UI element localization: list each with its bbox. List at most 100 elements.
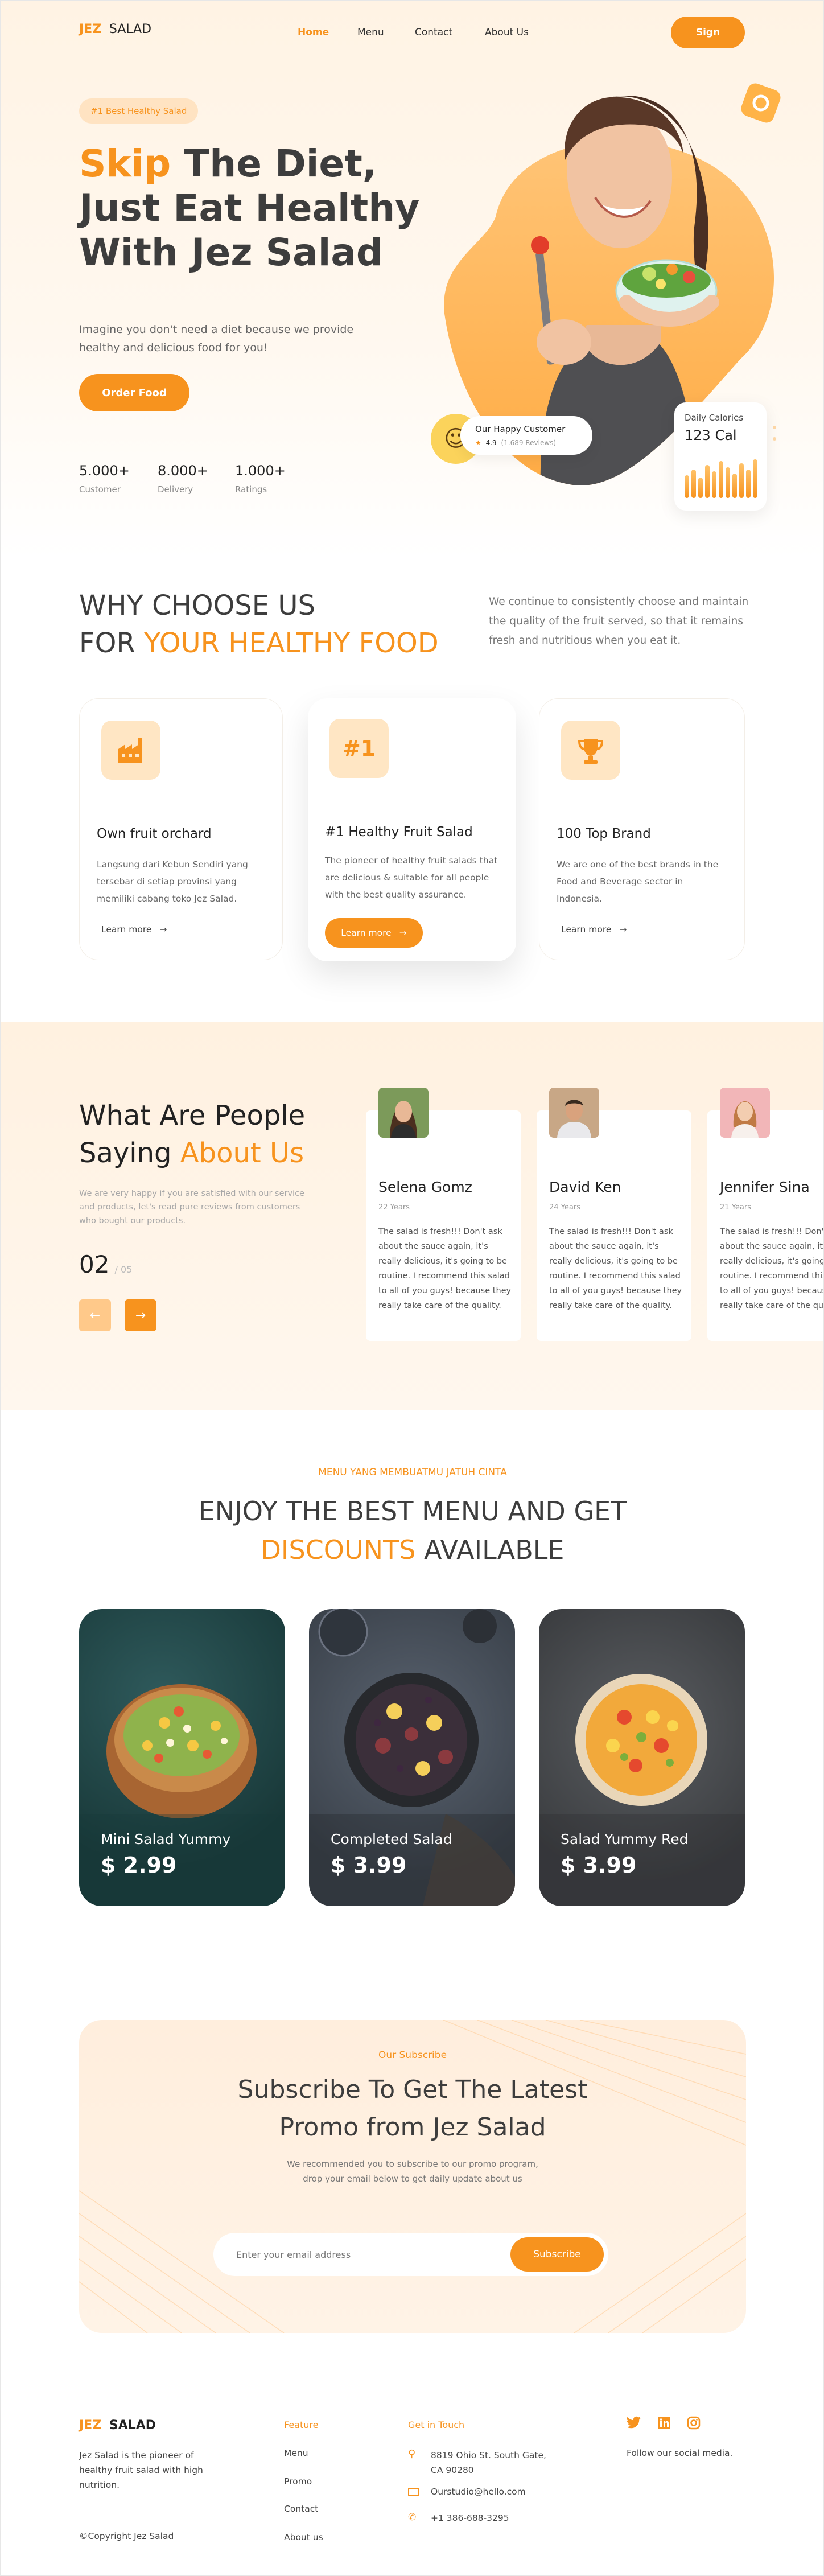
footer-link-promo[interactable]: Promo xyxy=(284,2476,312,2487)
menu-card-red-salad[interactable]: Salad Yummy Red $ 3.99 xyxy=(539,1609,745,1906)
footer-brand-text: SALAD xyxy=(109,2418,156,2433)
footer-link-contact[interactable]: Contact xyxy=(284,2504,318,2514)
arrow-right-icon: → xyxy=(619,924,627,935)
calorie-bar xyxy=(726,467,730,498)
calorie-bar xyxy=(691,469,696,498)
dish-name: Completed Salad xyxy=(331,1831,452,1847)
sign-button[interactable]: Sign xyxy=(671,17,745,48)
feature-text: The pioneer of healthy fruit salads that… xyxy=(325,855,498,900)
dish-price: $ 3.99 xyxy=(561,1853,637,1878)
stat-label: Delivery xyxy=(158,484,193,495)
calorie-bar xyxy=(698,478,703,498)
testimonial-card: Jennifer Sina 21 Years The salad is fres… xyxy=(707,1088,824,1341)
menu-title-accent: DISCOUNTS xyxy=(261,1534,416,1565)
footer-link-about[interactable]: About us xyxy=(284,2532,323,2542)
next-arrow-button[interactable]: → xyxy=(125,1299,156,1331)
trophy-icon xyxy=(561,721,620,780)
menu-card-completed-salad[interactable]: Completed Salad $ 3.99 xyxy=(309,1609,515,1906)
menu-title-line1: ENJOY THE BEST MENU AND GET xyxy=(198,1496,627,1526)
nav-home[interactable]: Home xyxy=(298,27,329,38)
calorie-bar xyxy=(732,473,737,498)
testimonial-text: The salad is fresh!!! Don't ask about th… xyxy=(378,1227,512,1310)
email-input[interactable] xyxy=(236,2243,498,2266)
subscribe-button[interactable]: Subscribe xyxy=(510,2237,604,2272)
dish-name: Mini Salad Yummy xyxy=(101,1831,231,1847)
star-icon: ★ xyxy=(475,439,481,447)
footer-address-line2: CA 90280 xyxy=(431,2465,474,2475)
footer-brand-logo[interactable]: JEZ SALAD xyxy=(79,2418,156,2433)
calorie-bar xyxy=(753,459,757,498)
dish-price: $ 2.99 xyxy=(101,1853,177,1878)
twitter-icon[interactable] xyxy=(627,2416,641,2429)
stat-delivery: 8.000+ Delivery xyxy=(158,463,208,495)
stat-value: 1.000+ xyxy=(235,463,286,479)
calories-title: Daily Calories xyxy=(685,413,744,423)
testimonial-age: 21 Years xyxy=(720,1203,751,1212)
arrow-right-icon: → xyxy=(159,924,167,935)
testimonials-description: We are very happy if you are satisfied w… xyxy=(79,1189,304,1225)
menu-card-mini-salad[interactable]: Mini Salad Yummy $ 2.99 xyxy=(79,1609,285,1906)
feature-card-healthy: #1 #1 Healthy Fruit Salad The pioneer of… xyxy=(308,698,516,961)
arrow-right-icon: → xyxy=(399,928,407,938)
instagram-icon[interactable] xyxy=(687,2416,701,2430)
footer-about: Jez Salad is the pioneer of healthy frui… xyxy=(79,2450,203,2490)
subscribe-eyebrow: Our Subscribe xyxy=(378,2050,447,2061)
linkedin-icon[interactable] xyxy=(657,2416,671,2430)
subscribe-description: We recommended you to subscribe to our p… xyxy=(79,2157,746,2186)
prev-arrow-button[interactable]: ← xyxy=(79,1299,111,1331)
footer-phone[interactable]: +1 386-688-3295 xyxy=(431,2513,509,2523)
hero-title: Skip The Diet, Just Eat Healthy With Jez… xyxy=(79,142,419,275)
subscribe-form: Subscribe xyxy=(213,2233,608,2276)
testimonial-card: David Ken 24 Years The salad is fresh!!!… xyxy=(537,1088,691,1341)
stat-value: 5.000+ xyxy=(79,463,130,479)
subscribe-section: Our Subscribe Subscribe To Get The Lates… xyxy=(79,2020,746,2333)
feature-text: Langsung dari Kebun Sendiri yang terseba… xyxy=(97,859,248,904)
footer-address: 8819 Ohio St. South Gate, CA 90280 xyxy=(431,2448,546,2478)
rank-one-icon: #1 xyxy=(329,719,389,778)
feature-card-brand: 100 Top Brand We are one of the best bra… xyxy=(539,698,745,960)
page: JEZ SALAD Home Menu Contact About Us Sig… xyxy=(0,0,824,2576)
calorie-bar xyxy=(746,469,751,498)
factory-icon xyxy=(101,721,160,780)
calorie-bar xyxy=(685,475,689,498)
footer-copyright: ©Copyright Jez Salad xyxy=(79,2531,174,2541)
nav-contact[interactable]: Contact xyxy=(415,27,452,38)
testimonial-age: 22 Years xyxy=(378,1203,410,1212)
footer-social-text: Follow our social media. xyxy=(627,2448,733,2458)
order-food-button[interactable]: Order Food xyxy=(79,374,189,411)
learn-more-label: Learn more xyxy=(101,924,152,935)
testimonial-age: 24 Years xyxy=(549,1203,580,1212)
calories-bars xyxy=(685,457,759,498)
menu-eyebrow: MENU YANG MEMBUATMU JATUH CINTA xyxy=(318,1467,507,1478)
why-title-prefix: FOR xyxy=(79,627,144,659)
calorie-bar xyxy=(705,465,710,498)
footer-link-menu[interactable]: Menu xyxy=(284,2448,308,2458)
learn-more-link[interactable]: Learn more → xyxy=(561,924,627,935)
feature-title: 100 Top Brand xyxy=(557,826,651,841)
subscribe-description-line1: We recommended you to subscribe to our p… xyxy=(287,2159,538,2169)
nav-menu[interactable]: Menu xyxy=(357,27,384,38)
daily-calories-card: Daily Calories 123 Cal xyxy=(674,402,767,511)
learn-more-button[interactable]: Learn more → xyxy=(325,918,423,948)
calories-value: 123 Cal xyxy=(685,427,737,443)
calorie-bar xyxy=(719,461,723,498)
testimonial-text: The salad is fresh!!! Don't ask about th… xyxy=(720,1227,824,1310)
subscribe-title-line2: Promo from Jez Salad xyxy=(279,2113,546,2142)
rating-reviews: (1.689 Reviews) xyxy=(501,439,557,447)
brand-logo[interactable]: JEZ SALAD xyxy=(79,22,151,36)
stat-value: 8.000+ xyxy=(158,463,208,479)
nav-about[interactable]: About Us xyxy=(485,27,529,38)
stat-label: Customer xyxy=(79,484,121,495)
menu-title: ENJOY THE BEST MENU AND GET DISCOUNTS AV… xyxy=(1,1492,823,1569)
subscribe-title: Subscribe To Get The Latest Promo from J… xyxy=(79,2071,746,2146)
why-description: We continue to consistently choose and m… xyxy=(489,596,749,647)
testimonial-name: Selena Gomz xyxy=(378,1179,472,1195)
learn-more-link[interactable]: Learn more → xyxy=(101,924,167,935)
social-icons xyxy=(627,2416,701,2430)
feature-title: #1 Healthy Fruit Salad xyxy=(325,825,473,840)
footer-address-line1: 8819 Ohio St. South Gate, xyxy=(431,2450,546,2460)
stat-customer: 5.000+ Customer xyxy=(79,463,130,495)
footer-email[interactable]: Ourstudio@hello.com xyxy=(431,2487,526,2497)
hero-title-line2: Just Eat Healthy xyxy=(79,186,420,230)
stat-ratings: 1.000+ Ratings xyxy=(235,463,286,495)
